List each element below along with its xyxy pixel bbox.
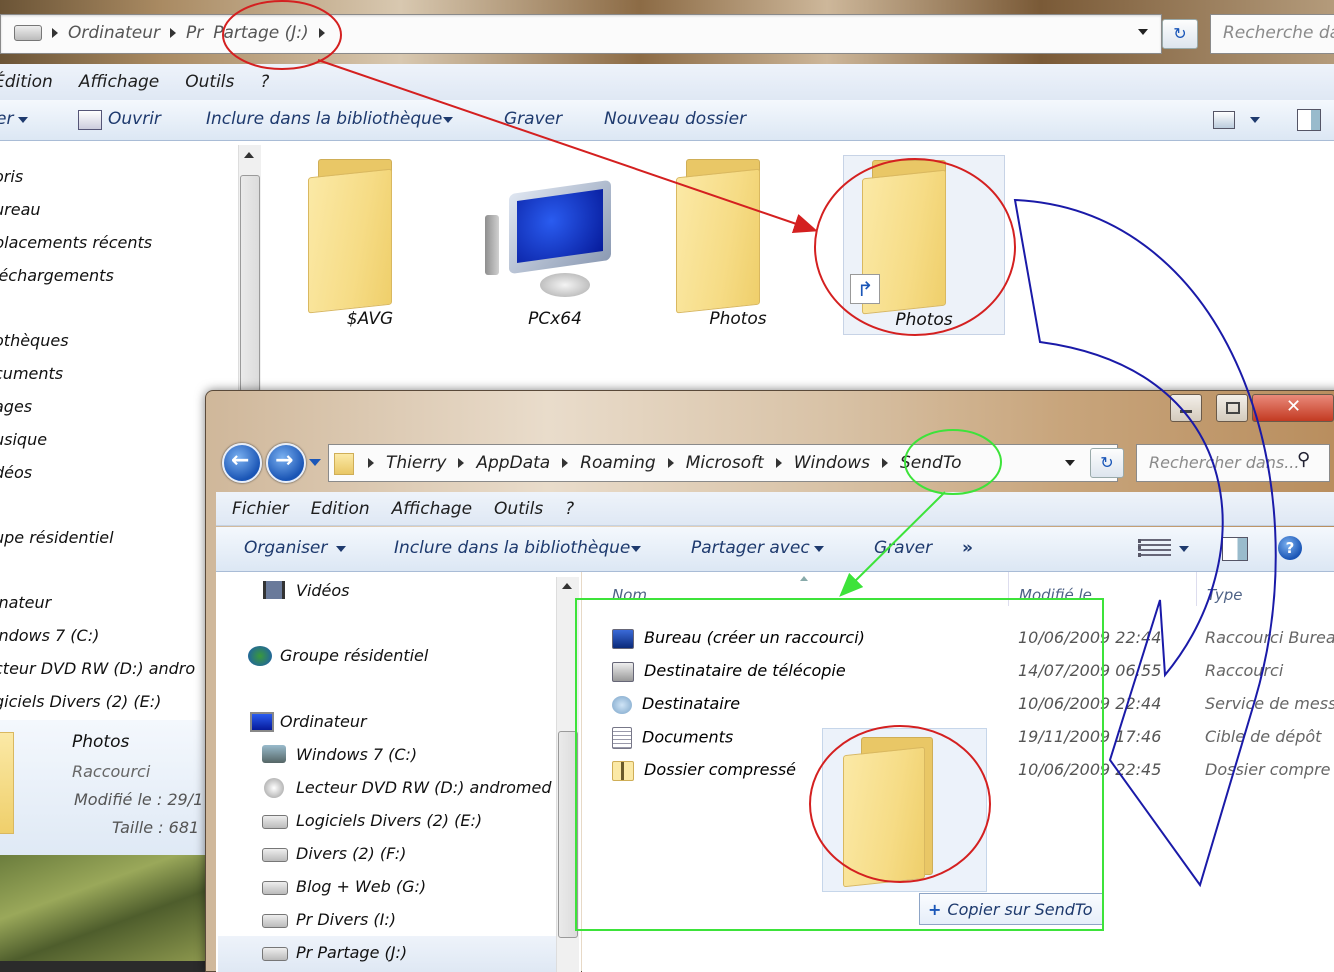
green-arrow — [839, 491, 946, 597]
green-circle-sendto — [904, 429, 1002, 495]
red-circle-drop — [809, 725, 991, 883]
annotation-overlay — [222, 0, 1277, 888]
red-circle-partage — [222, 0, 342, 70]
blue-curved-arrow — [1013, 198, 1277, 888]
red-arrow — [317, 59, 818, 233]
red-circle-photos — [814, 158, 1016, 336]
